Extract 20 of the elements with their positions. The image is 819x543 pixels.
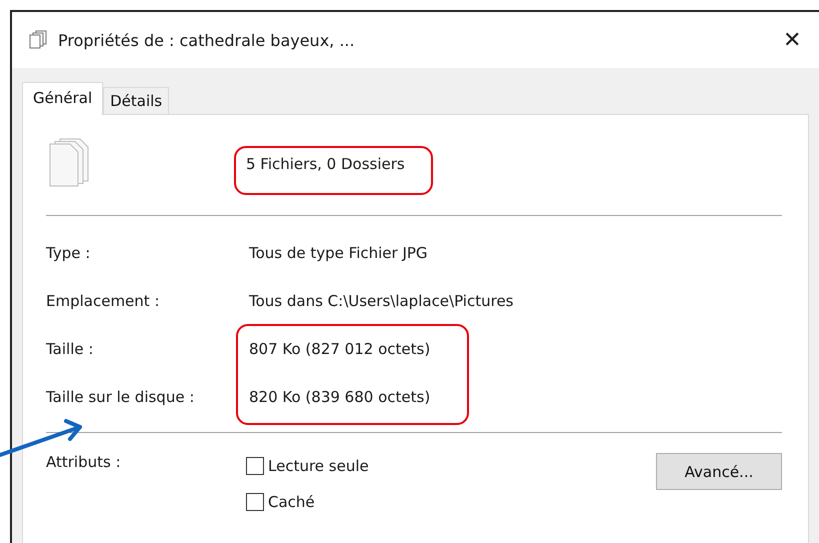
tab[interactable]: Général [22,82,104,115]
close-button[interactable]: ✕ [777,27,807,53]
attributes-label: Attributs : [46,453,122,471]
property-value: 820 Ko (839 680 octets) [249,388,432,406]
checkbox-box[interactable] [246,493,264,511]
property-value: Tous dans C:\Users\laplace\Pictures [249,292,514,310]
tab[interactable]: Détails [103,87,170,114]
property-label: Taille sur le disque : [46,388,196,406]
property-label: Type : [46,244,92,262]
property-label: Emplacement : [46,292,160,310]
checkbox[interactable]: Lecture seule [246,457,656,475]
property-label: Taille : [46,340,94,358]
checkbox-box[interactable] [246,457,264,475]
summary-text: 5 Fichiers, 0 Dossiers [246,155,405,173]
property-value: Tous de type Fichier JPG [249,244,429,262]
documents-icon [28,30,48,50]
advanced-button[interactable]: Avancé... [656,453,782,490]
window-title: Propriétés de : cathedrale bayeux, ... [58,30,356,50]
checkbox[interactable]: Caché [246,493,656,511]
property-value: 807 Ko (827 012 octets) [249,340,432,358]
